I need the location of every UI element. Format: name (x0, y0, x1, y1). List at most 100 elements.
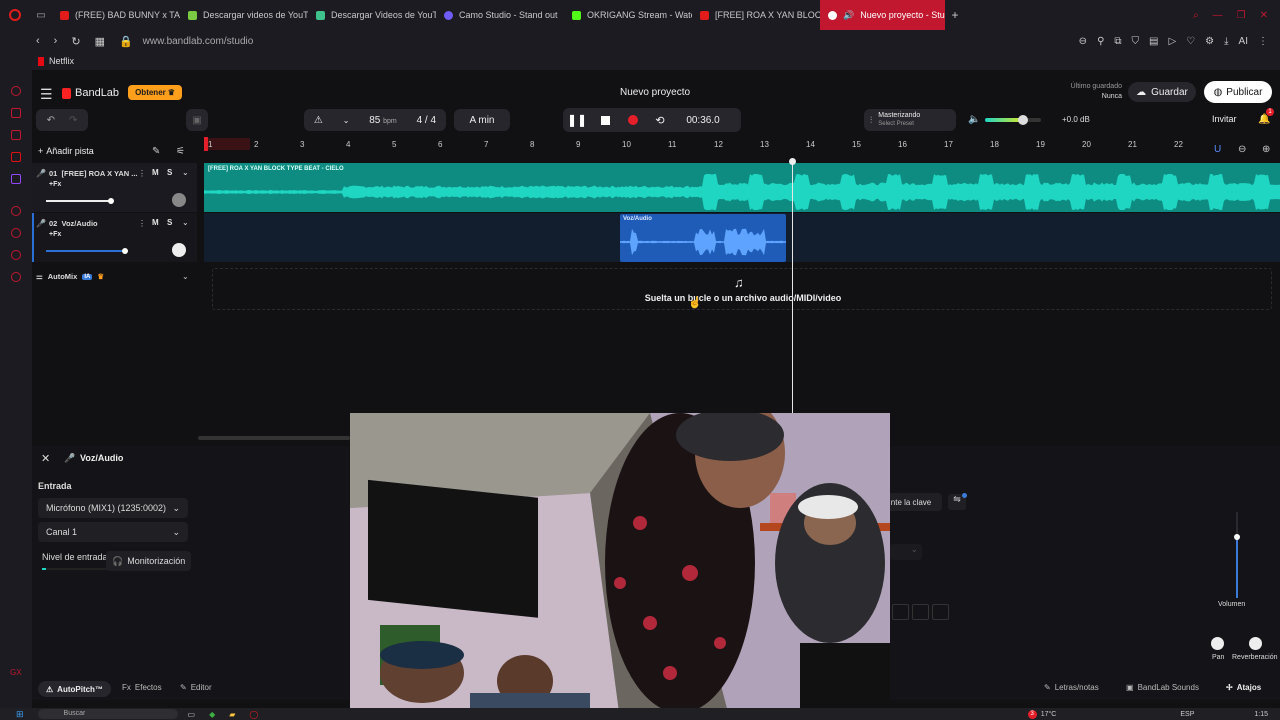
taskbar-search[interactable]: Buscar (37, 709, 178, 719)
url-field[interactable]: www.bandlab.com/studio (143, 36, 254, 47)
playhead[interactable] (792, 162, 793, 414)
mute-button[interactable]: M (152, 218, 159, 227)
project-title[interactable]: Nuevo proyecto (620, 87, 690, 98)
loop-icon[interactable]: ⟲ (647, 114, 673, 127)
heart-icon[interactable]: ♡ (1186, 36, 1195, 47)
track-menu-icon[interactable]: ⋮ (138, 169, 146, 178)
browser-tab-1[interactable]: (FREE) BAD BUNNY x TAI (52, 0, 180, 30)
timeline-ruler[interactable]: 1 2 3 4 5 6 7 8 9 10 11 12 13 14 15 16 17 18 19 20 21 22 (204, 137, 1280, 152)
news-icon[interactable] (11, 108, 21, 118)
back-icon[interactable]: ‹ (36, 35, 40, 48)
note-buttons[interactable] (892, 604, 952, 622)
opera-logo-icon[interactable] (0, 0, 30, 30)
volume-fader-knob[interactable] (1234, 534, 1240, 540)
playhead-handle[interactable] (789, 158, 796, 165)
automix-row[interactable]: ⚌ AutoMix IA ♛ (36, 272, 104, 281)
task-view-icon[interactable]: ▭ (188, 710, 196, 719)
effects-tab[interactable]: Fx Efectos (122, 683, 162, 692)
close-panel-icon[interactable]: ✕ (41, 452, 50, 465)
aria-sidebar-icon[interactable] (11, 86, 21, 96)
timeline-scrollbar[interactable] (198, 436, 350, 440)
track-1-volume-knob[interactable] (108, 198, 114, 204)
time-signature[interactable]: 4 / 4 (417, 115, 436, 126)
tab-menu-icon[interactable]: ▭ (30, 10, 52, 21)
sidebar-settings-icon[interactable] (11, 272, 21, 282)
volume-fader[interactable] (1234, 512, 1240, 598)
tool-icon[interactable]: ✎ (152, 146, 160, 157)
extensions-icon[interactable] (11, 250, 21, 260)
metronome-toggle[interactable]: ▣ (186, 109, 208, 131)
opera-taskbar-icon[interactable]: ◯ (249, 710, 258, 719)
chevron-down-icon[interactable]: ⌄ (343, 116, 350, 125)
clock-icon[interactable] (11, 228, 21, 238)
snapshot-icon[interactable]: ⧉ (1114, 36, 1121, 47)
menu-icon[interactable]: ⋮ (1258, 36, 1268, 47)
browser-tab-active[interactable]: 🔊 Nuevo proyecto - Studi (820, 0, 945, 30)
close-window-icon[interactable]: ✕ (1260, 10, 1268, 21)
mastering-selector[interactable]: ⫶ Masterizando Select Preset (864, 109, 956, 131)
aria-icon[interactable]: AI (1239, 36, 1248, 47)
chevron-down-icon[interactable]: ⌄ (182, 168, 189, 177)
search-tabs-icon[interactable]: ⌕ (1193, 10, 1199, 21)
track-1-name[interactable]: [FREE] ROA X YAN ... (62, 169, 138, 178)
fx-button[interactable]: +Fx (49, 181, 61, 188)
undo-icon[interactable]: ↶ (47, 115, 55, 126)
pause-icon[interactable]: ❚❚ (563, 113, 591, 127)
publish-button[interactable]: ◍ Publicar (1204, 81, 1272, 103)
master-volume-knob[interactable] (1018, 115, 1028, 125)
get-membership-button[interactable]: Obtener ♛ (128, 85, 182, 100)
lyrics-tab[interactable]: ✎ Letras/notas (1044, 683, 1099, 692)
downloads-icon[interactable]: ⤓ (1224, 36, 1228, 47)
invite-button[interactable]: Invitar (1212, 114, 1237, 124)
bandlab-sounds-tab[interactable]: ▣ BandLab Sounds (1126, 683, 1199, 692)
settings-icon[interactable]: ⚙ (1205, 36, 1214, 47)
play-icon[interactable]: ▷ (1168, 36, 1176, 47)
new-tab-button[interactable]: + (945, 8, 965, 22)
record-icon[interactable] (619, 115, 647, 125)
microphone-select[interactable]: Micrófono (MIX1) (1235:0002) ⌄ (38, 498, 188, 518)
track-settings-icon[interactable]: ⚟ (176, 146, 185, 157)
scale-select[interactable]: ⌄ (890, 544, 922, 560)
zoom-out-icon[interactable]: ⊖ (1238, 144, 1246, 155)
reverb-knob[interactable] (1249, 637, 1262, 650)
forward-icon[interactable]: › (54, 35, 58, 48)
track-header-2[interactable]: 🎤 02 Voz/Audio ⋮ M S ⌄ +Fx (32, 213, 197, 262)
solo-button[interactable]: S (167, 218, 172, 227)
reload-icon[interactable]: ↻ (71, 35, 80, 48)
chevron-down-icon[interactable]: ⌄ (182, 218, 189, 227)
track-menu-icon[interactable]: ⋮ (138, 219, 146, 228)
track-1-clip[interactable]: [FREE] ROA X YAN BLOCK TYPE BEAT - CIELO (204, 163, 1280, 212)
pan-knob[interactable] (1211, 637, 1224, 650)
shortcuts-tab[interactable]: ✢ Atajos (1226, 683, 1261, 692)
folder-icon[interactable]: ▰ (229, 710, 235, 719)
maximize-icon[interactable]: ❐ (1237, 10, 1246, 21)
stop-icon[interactable] (591, 115, 619, 125)
browser-tab-6[interactable]: [FREE] ROA X YAN BLOCK (692, 0, 820, 30)
shield-icon[interactable]: ⛉ (1132, 36, 1140, 47)
zoom-in-icon[interactable]: ⊕ (1262, 144, 1270, 155)
autopitch-tab[interactable]: ⚠ AutoPitch™ (38, 681, 111, 697)
bandlab-logo[interactable]: BandLab (62, 87, 119, 99)
browser-tab-2[interactable]: Descargar videos de YouT (180, 0, 308, 30)
track-2-volume-slider[interactable] (46, 250, 124, 252)
twitch-icon[interactable] (11, 174, 21, 184)
track-1-volume-slider[interactable] (46, 200, 110, 202)
windows-start-icon[interactable]: ⊞ (16, 709, 24, 720)
fx-button[interactable]: +Fx (49, 231, 61, 238)
redo-icon[interactable]: ↷ (69, 115, 77, 126)
snap-icon[interactable]: U (1214, 144, 1221, 155)
mail-icon[interactable] (11, 130, 21, 140)
track-2-name[interactable]: Voz/Audio (62, 219, 98, 228)
add-track-button[interactable]: + Añadir pista (38, 146, 94, 156)
track-1-pan-knob[interactable] (172, 193, 186, 207)
save-button[interactable]: ☁ Guardar (1128, 82, 1196, 102)
chevron-down-icon[interactable]: ⌄ (182, 272, 189, 281)
key-selector[interactable]: A min (454, 109, 510, 131)
weather-temp[interactable]: 17°C (1041, 711, 1057, 718)
bookmark-netflix[interactable]: Netflix (49, 56, 74, 66)
music-icon[interactable] (11, 152, 21, 162)
zoom-icon[interactable]: ⊖ (1079, 36, 1087, 47)
clock[interactable]: 1:15 (1254, 711, 1268, 718)
language[interactable]: ESP (1180, 711, 1194, 718)
pin-icon[interactable]: ⚲ (1097, 36, 1104, 47)
